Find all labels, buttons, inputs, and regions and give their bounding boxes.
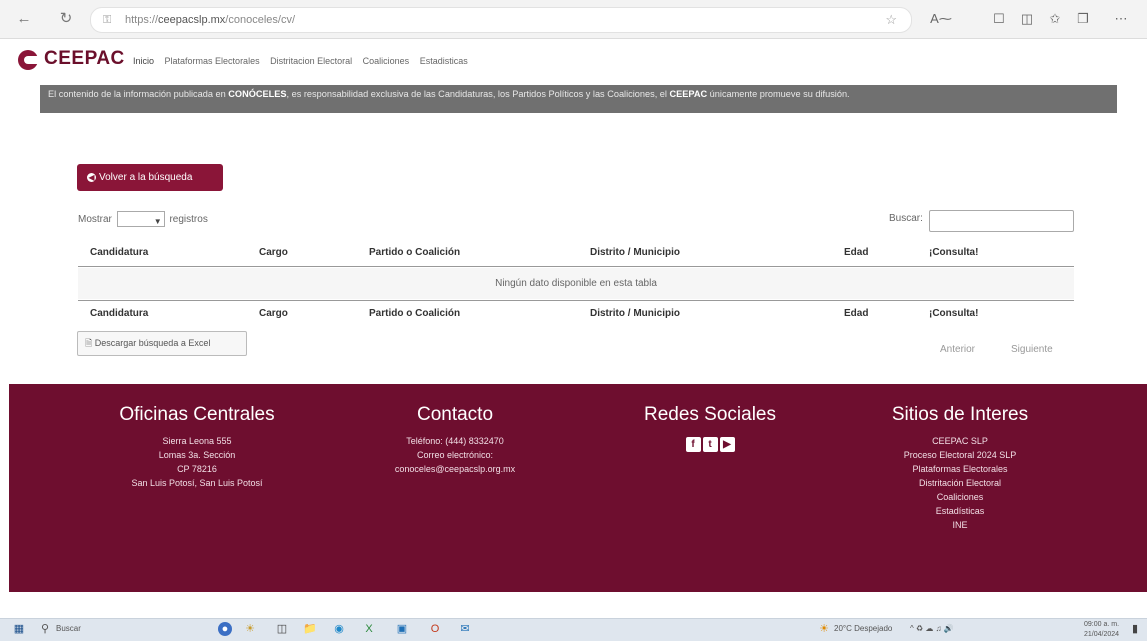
footer-offices-title: Oficinas Centrales — [119, 404, 275, 425]
favorite-star-icon[interactable]: ☆ — [885, 8, 897, 32]
footer-offices: Oficinas Centrales Sierra Leona 555 Loma… — [97, 404, 297, 490]
link-ine[interactable]: INE — [860, 518, 1060, 532]
link-distritacion[interactable]: Distritación Electoral — [860, 476, 1060, 490]
circle-arrow-left-icon: ◀ — [87, 173, 96, 182]
link-proceso-electoral[interactable]: Proceso Electoral 2024 SLP — [860, 448, 1060, 462]
foot-col-consulta: ¡Consulta! — [929, 308, 979, 319]
facebook-icon[interactable]: f — [685, 437, 701, 452]
site-navbar: CEEPAC Inicio Plataformas Electorales Di… — [0, 39, 1147, 85]
foot-col-partido: Partido o Coalición — [369, 308, 461, 319]
col-cargo[interactable]: Cargo — [259, 247, 288, 258]
footer-social: Redes Sociales f t ▶ — [610, 404, 810, 452]
weather-sun-icon: ☀ — [819, 623, 829, 635]
menu-item-estadisticas[interactable]: Estadisticas — [420, 56, 468, 66]
empty-table-message: Ningún dato disponible en esta tabla — [78, 268, 1074, 299]
footer-sites: Sitios de Interes CEEPAC SLP Proceso Ele… — [860, 404, 1060, 532]
collections-icon[interactable]: ❐ — [1072, 9, 1094, 29]
search-input[interactable] — [929, 210, 1074, 232]
chevron-down-icon: ▼ — [153, 217, 162, 227]
main-menu: Inicio Plataformas Electorales Distritac… — [133, 56, 476, 66]
store-icon[interactable]: ▣ — [395, 622, 409, 636]
split-screen-icon[interactable]: ◫ — [1016, 9, 1038, 29]
search-icon[interactable]: ⚲ — [38, 622, 52, 636]
address-bar[interactable]: ⚿ https://ceepacslp.mx/conoceles/cv/ ☆ — [90, 7, 912, 33]
col-edad[interactable]: Edad — [844, 247, 868, 258]
menu-item-inicio[interactable]: Inicio — [133, 56, 154, 66]
excel-app-icon[interactable]: X — [362, 622, 376, 636]
task-view-icon[interactable]: ◫ — [275, 622, 289, 636]
records-length-select[interactable]: ▼ — [116, 211, 165, 228]
url-text: https://ceepacslp.mx/conoceles/cv/ — [125, 14, 295, 26]
footer-contact-title: Contacto — [416, 404, 494, 425]
office-app-icon[interactable]: O — [428, 622, 442, 636]
foot-col-edad: Edad — [844, 308, 869, 319]
browser-toolbar: ← ↻ ⚿ https://ceepacslp.mx/conoceles/cv/… — [0, 0, 1147, 39]
link-plataformas[interactable]: Plataformas Electorales — [860, 462, 1060, 476]
back-arrow-icon[interactable]: ← — [14, 9, 34, 29]
windows-start-icon[interactable]: ▦ — [12, 622, 26, 636]
foot-col-cargo: Cargo — [259, 308, 288, 319]
site-logo[interactable]: CEEPAC — [44, 48, 125, 70]
taskbar-search-input[interactable]: Buscar — [56, 624, 81, 633]
outlook-app-icon[interactable]: ✉ — [458, 622, 472, 636]
col-distrito[interactable]: Distrito / Municipio — [590, 247, 680, 258]
weather-status[interactable]: 20°C Despejado — [834, 624, 892, 633]
search-label: Buscar: — [889, 213, 923, 224]
foot-col-distrito: Distrito / Municipio — [590, 308, 680, 319]
edge-browser-icon[interactable]: ◉ — [332, 622, 346, 636]
menu-item-distritacion[interactable]: Distritacion Electoral — [270, 56, 352, 66]
col-candidatura[interactable]: Candidatura — [90, 247, 148, 258]
pagination-previous[interactable]: Anterior — [940, 344, 975, 355]
system-tray-icons[interactable]: ^ ♻ ☁ ♫ 🔊 — [910, 624, 954, 633]
pagination-next[interactable]: Siguiente — [1011, 344, 1053, 355]
favorites-icon[interactable]: ✩ — [1044, 9, 1066, 29]
col-partido[interactable]: Partido o Coalición — [369, 247, 460, 258]
link-estadisticas[interactable]: Estadísticas — [860, 504, 1060, 518]
file-icon: 🗎 — [85, 338, 93, 348]
footer-sites-title: Sitios de Interes — [891, 404, 1029, 425]
disclaimer-banner: El contenido de la información publicada… — [40, 85, 1117, 113]
ceepac-logo-icon[interactable] — [18, 50, 38, 70]
menu-item-plataformas[interactable]: Plataformas Electorales — [165, 56, 260, 66]
cortana-icon[interactable]: ● — [218, 622, 232, 636]
foot-col-candidatura: Candidatura — [90, 308, 149, 319]
twitter-icon[interactable]: t — [702, 437, 718, 452]
col-consulta[interactable]: ¡Consulta! — [929, 247, 978, 258]
link-coaliciones[interactable]: Coaliciones — [860, 490, 1060, 504]
back-to-search-button[interactable]: ◀ Volver a la búsqueda — [77, 164, 223, 191]
footer-contact: Contacto Teléfono: (444) 8332470 Correo … — [355, 404, 555, 476]
windows-taskbar: ▦ ⚲ Buscar ● ☀ ◫ 📁 ◉ X ▣ O ✉ ☀ 20°C Desp… — [0, 618, 1147, 641]
link-ceepac-slp[interactable]: CEEPAC SLP — [860, 434, 1060, 448]
footer-social-title: Redes Sociales — [643, 404, 777, 425]
reload-icon[interactable]: ↻ — [56, 9, 76, 29]
file-explorer-icon[interactable]: 📁 — [303, 622, 317, 636]
table-footer: Candidatura Cargo Partido o Coalición Di… — [78, 300, 1074, 329]
clock[interactable]: 09:00 a. m. 21/04/2024 — [1084, 620, 1119, 640]
extensions-icon[interactable]: ☐ — [988, 9, 1010, 29]
contact-email-link[interactable]: conoceles@ceepacslp.org.mx — [355, 462, 555, 476]
weather-app-icon[interactable]: ☀ — [243, 622, 257, 636]
menu-item-coaliciones[interactable]: Coaliciones — [363, 56, 410, 66]
read-aloud-icon[interactable]: A⁓ — [930, 9, 952, 29]
site-footer: Oficinas Centrales Sierra Leona 555 Loma… — [9, 384, 1147, 592]
table-header: Candidatura Cargo Partido o Coalición Di… — [78, 240, 1074, 267]
youtube-icon[interactable]: ▶ — [719, 437, 735, 452]
records-length-control: Mostrar ▼ registros — [78, 211, 208, 229]
lock-icon: ⚿ — [103, 14, 112, 26]
more-menu-icon[interactable]: ⋯ — [1110, 9, 1132, 29]
notifications-icon[interactable]: ▮ — [1128, 622, 1142, 636]
excel-download-button[interactable]: 🗎 Descargar búsqueda a Excel — [77, 331, 247, 356]
